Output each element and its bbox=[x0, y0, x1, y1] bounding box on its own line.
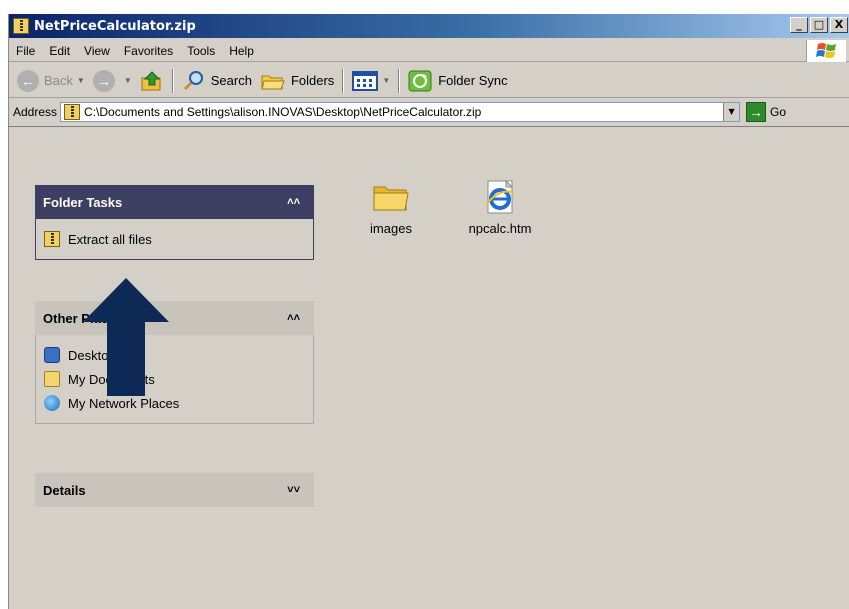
network-places-icon bbox=[44, 395, 60, 411]
address-dropdown-icon[interactable]: ▼ bbox=[723, 103, 740, 121]
windows-logo-icon bbox=[806, 40, 846, 62]
explorer-window: NetPriceCalculator.zip _ □ X File Edit V… bbox=[8, 14, 849, 609]
close-button[interactable]: X bbox=[830, 17, 848, 33]
forward-arrow-icon: → bbox=[92, 69, 115, 92]
folder-sync-label: Folder Sync bbox=[438, 73, 508, 88]
extract-all-files-link[interactable]: Extract all files bbox=[44, 227, 305, 251]
desktop-icon bbox=[44, 347, 60, 363]
toolbar-separator bbox=[342, 68, 345, 93]
internet-explorer-icon bbox=[485, 179, 515, 214]
my-network-places-label: My Network Places bbox=[68, 395, 180, 411]
back-dropdown-icon[interactable]: ▼ bbox=[77, 76, 85, 85]
collapse-icon[interactable]: ˄˄ bbox=[287, 312, 300, 324]
folder-tasks-panel: Folder Tasks ˄˄ Extract all files bbox=[35, 185, 314, 260]
search-button[interactable]: Search bbox=[178, 67, 256, 95]
address-input[interactable]: C:\Documents and Settings\alison.INOVAS\… bbox=[60, 102, 741, 122]
extract-all-files-label: Extract all files bbox=[68, 231, 152, 247]
zip-folder-icon bbox=[13, 18, 29, 34]
back-button[interactable]: ← Back ▼ bbox=[13, 67, 89, 95]
up-button[interactable] bbox=[136, 67, 168, 95]
folder-icon bbox=[373, 186, 409, 211]
other-places-header[interactable]: Other Places ˄˄ bbox=[35, 301, 314, 335]
go-arrow-icon: → bbox=[746, 102, 767, 122]
standard-toolbar: ← Back ▼ → ▼ Search Folders ▼ Folder Syn… bbox=[9, 64, 849, 98]
collapse-icon[interactable]: ˄˄ bbox=[287, 196, 300, 208]
window-title: NetPriceCalculator.zip bbox=[34, 18, 196, 34]
menu-help[interactable]: Help bbox=[222, 44, 261, 58]
file-item-images[interactable]: images bbox=[351, 179, 431, 236]
back-label: Back bbox=[44, 73, 73, 88]
details-title: Details bbox=[43, 482, 86, 498]
toolbar-separator bbox=[171, 68, 174, 93]
go-button[interactable]: → Go bbox=[746, 102, 786, 122]
address-value: C:\Documents and Settings\alison.INOVAS\… bbox=[84, 105, 482, 119]
file-item-npcalc[interactable]: npcalc.htm bbox=[460, 179, 540, 236]
folder-tasks-header[interactable]: Folder Tasks ˄˄ bbox=[35, 185, 314, 219]
folders-button[interactable]: Folders bbox=[256, 67, 338, 95]
address-bar: Address C:\Documents and Settings\alison… bbox=[9, 100, 849, 124]
menu-bar: File Edit View Favorites Tools Help bbox=[9, 40, 849, 62]
search-label: Search bbox=[210, 73, 252, 88]
menu-favorites[interactable]: Favorites bbox=[117, 44, 180, 58]
other-places-body: Desktop My Documents My Network Places bbox=[35, 335, 314, 424]
title-bar[interactable]: NetPriceCalculator.zip _ □ X bbox=[9, 14, 849, 38]
file-name: npcalc.htm bbox=[468, 221, 532, 236]
my-documents-icon bbox=[44, 371, 60, 387]
details-panel: Details ˅˅ bbox=[35, 473, 314, 507]
file-name: images bbox=[370, 221, 412, 236]
annotation-arrow-icon bbox=[83, 278, 169, 396]
window-controls: _ □ X bbox=[790, 17, 848, 33]
go-label: Go bbox=[770, 105, 787, 119]
folder-sync-icon bbox=[408, 70, 432, 91]
menu-file[interactable]: File bbox=[9, 44, 42, 58]
minimize-button[interactable]: _ bbox=[790, 17, 808, 33]
maximize-button[interactable]: □ bbox=[810, 17, 828, 33]
folder-tasks-body: Extract all files bbox=[35, 219, 314, 260]
views-button[interactable]: ▼ bbox=[348, 67, 394, 95]
folders-label: Folders bbox=[290, 73, 335, 88]
menu-view[interactable]: View bbox=[77, 44, 117, 58]
other-places-panel: Other Places ˄˄ Desktop My Documents My … bbox=[35, 301, 314, 424]
folders-icon bbox=[261, 75, 285, 89]
address-label: Address bbox=[13, 105, 58, 119]
details-header[interactable]: Details ˅˅ bbox=[35, 473, 314, 507]
menu-edit[interactable]: Edit bbox=[42, 44, 77, 58]
search-icon bbox=[183, 70, 203, 90]
zip-folder-icon bbox=[64, 104, 81, 120]
back-arrow-icon: ← bbox=[17, 69, 39, 92]
forward-dropdown-icon[interactable]: ▼ bbox=[124, 76, 132, 85]
views-grid-icon bbox=[352, 70, 379, 91]
folder-tasks-title: Folder Tasks bbox=[43, 194, 123, 210]
menu-tools[interactable]: Tools bbox=[180, 44, 222, 58]
folder-up-icon bbox=[141, 70, 161, 90]
toolbar-separator bbox=[398, 68, 401, 93]
expand-icon[interactable]: ˅˅ bbox=[287, 484, 300, 496]
views-dropdown-icon[interactable]: ▼ bbox=[382, 76, 390, 85]
folder-sync-button[interactable]: Folder Sync bbox=[404, 67, 511, 95]
zip-icon bbox=[44, 231, 60, 247]
forward-button[interactable]: → ▼ bbox=[89, 67, 136, 95]
